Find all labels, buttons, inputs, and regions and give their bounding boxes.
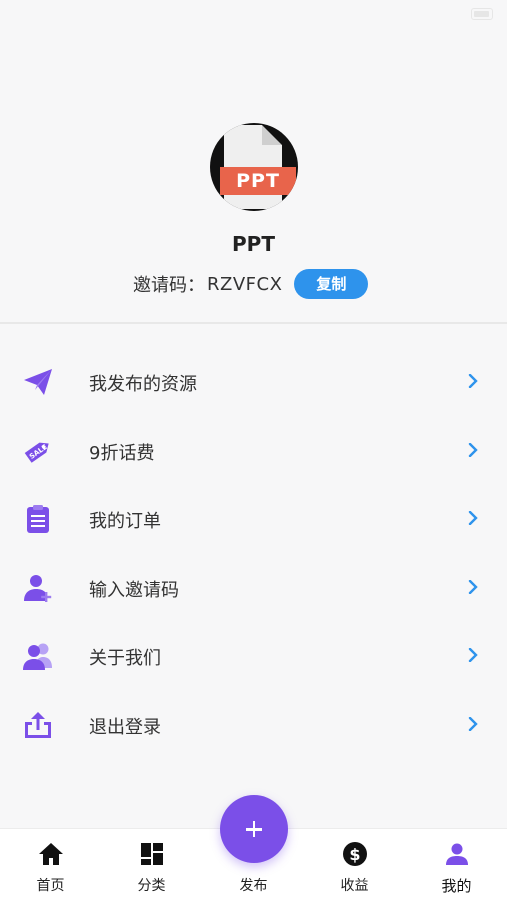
menu-list: 我发布的资源 SALE 9折话费 我的订单 输入邀请码 关于我们 退出登录 (0, 348, 507, 759)
menu-item-about-us[interactable]: 关于我们 (0, 622, 507, 691)
copy-button[interactable]: 复制 (294, 269, 369, 299)
tab-label: 收益 (340, 878, 369, 894)
logout-icon (25, 711, 51, 738)
chevron-right-icon (468, 716, 478, 731)
avatar-badge: PPT (220, 167, 296, 195)
invite-code-row: 邀请码： RZVFCX 复制 (133, 268, 369, 300)
category-icon (141, 843, 163, 865)
add-user-icon (24, 574, 52, 602)
menu-item-logout[interactable]: 退出登录 (0, 691, 507, 760)
chevron-right-icon (468, 511, 478, 525)
svg-text:$: $ (349, 845, 360, 864)
chevron-right-icon (468, 648, 478, 662)
sale-tag-icon: SALE (24, 442, 49, 463)
username: PPT (232, 232, 275, 256)
profile-header: PPT PPT 邀请码： RZVFCX 复制 (0, 0, 507, 322)
menu-item-label: 我的订单 (89, 511, 161, 532)
menu-item-my-orders[interactable]: 我的订单 (0, 485, 507, 554)
chevron-right-icon (468, 374, 478, 388)
menu-item-label: 9折话费 (89, 442, 155, 464)
publish-fab-button[interactable] (220, 795, 288, 863)
invite-code-label: 邀请码： (133, 275, 205, 296)
tab-label: 发布 (239, 878, 268, 894)
chevron-right-icon (468, 442, 478, 457)
avatar[interactable]: PPT (210, 123, 298, 211)
dollar-icon: $ (343, 842, 367, 866)
menu-item-label: 我发布的资源 (89, 374, 197, 395)
menu-item-discount-topup[interactable]: SALE 9折话费 (0, 417, 507, 486)
menu-item-label: 输入邀请码 (89, 579, 179, 601)
menu-item-my-resources[interactable]: 我发布的资源 (0, 348, 507, 417)
tab-earnings[interactable]: $ 收益 (304, 829, 405, 901)
paper-plane-icon (24, 369, 52, 395)
tab-category[interactable]: 分类 (101, 829, 202, 901)
menu-item-enter-invite-code[interactable]: 输入邀请码 (0, 554, 507, 623)
user-icon (446, 843, 468, 865)
chevron-right-icon (468, 579, 478, 594)
clipboard-icon (27, 505, 49, 533)
tab-label: 分类 (137, 878, 166, 894)
menu-item-label: 关于我们 (89, 648, 161, 669)
menu-item-label: 退出登录 (89, 716, 161, 738)
divider (0, 322, 507, 324)
tab-mine[interactable]: 我的 (406, 829, 507, 901)
invite-code-value: RZVFCX (207, 273, 283, 295)
group-icon (23, 643, 52, 670)
home-icon (39, 843, 63, 865)
tab-home[interactable]: 首页 (0, 829, 101, 901)
tab-label: 首页 (36, 878, 65, 894)
tab-label: 我的 (441, 877, 472, 895)
